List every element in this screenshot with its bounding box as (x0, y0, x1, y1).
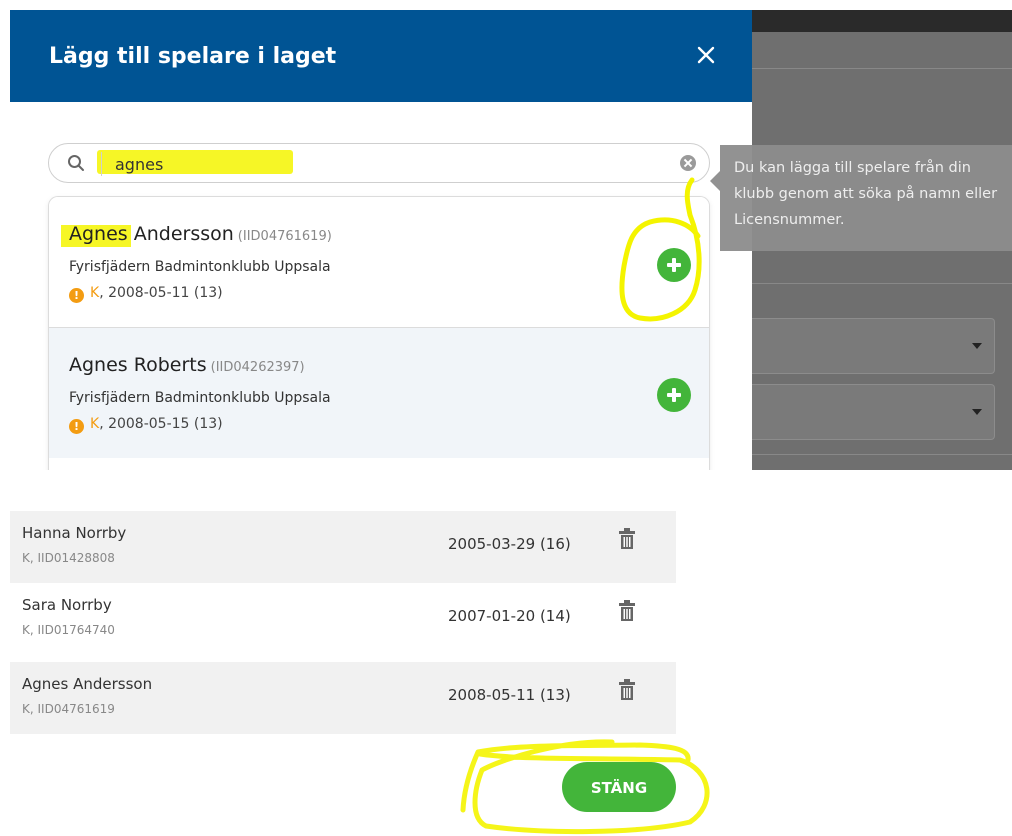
result-item[interactable]: Agnes Roberts (IID04262397) Fyrisfjädern … (49, 328, 709, 458)
search-input[interactable] (111, 150, 659, 178)
background-divider (752, 283, 1012, 284)
modal-header: Lägg till spelare i laget (10, 10, 752, 102)
player-birthdate: 2008-05-11 (13) (448, 686, 571, 704)
result-name: Agnes Andersson (IID04761619) (69, 223, 332, 245)
background-topbar (752, 10, 1012, 32)
result-meta: ! K, 2008-05-11 (13) (69, 285, 223, 303)
player-birthdate: 2007-01-20 (14) (448, 607, 571, 625)
player-license: K, IID01428808 (22, 551, 115, 565)
result-id: (IID04262397) (210, 360, 305, 375)
background-select (752, 318, 995, 374)
result-item[interactable]: Agnes Andersson (IID04761619) Fyrisfjäder… (49, 197, 709, 328)
trash-icon[interactable] (618, 600, 636, 622)
result-club: Fyrisfjädern Badmintonklubb Uppsala (69, 259, 331, 275)
close-icon[interactable] (694, 43, 718, 67)
search-results: Agnes Andersson (IID04761619) Fyrisfjäder… (48, 196, 710, 470)
team-player-row: Agnes Andersson K, IID04761619 2008-05-1… (10, 662, 676, 734)
result-name-text: Agnes Roberts (69, 354, 207, 376)
background-select (752, 384, 995, 440)
background-divider (752, 68, 1012, 69)
caret-down-icon (972, 343, 982, 349)
result-club: Fyrisfjädern Badmintonklubb Uppsala (69, 390, 331, 406)
team-player-row: Sara Norrby K, IID01764740 2007-01-20 (1… (10, 583, 676, 655)
player-license: K, IID01764740 (22, 623, 115, 637)
background-divider (752, 454, 1012, 455)
trash-icon[interactable] (618, 528, 636, 550)
add-player-button[interactable] (657, 378, 691, 412)
result-meta: ! K, 2008-05-15 (13) (69, 416, 223, 434)
player-birthdate: 2005-03-29 (16) (448, 535, 571, 553)
result-name: Agnes Roberts (IID04262397) (69, 354, 305, 376)
result-gender: K (90, 416, 100, 432)
modal-title: Lägg till spelare i laget (49, 44, 337, 69)
player-name: Sara Norrby (22, 596, 112, 614)
close-dialog-button[interactable]: STÄNG (562, 762, 676, 812)
warning-icon: ! (69, 419, 84, 434)
result-birth: , 2008-05-11 (13) (99, 285, 223, 301)
add-player-modal: Lägg till spelare i laget Agnes Andersso… (10, 10, 752, 470)
clear-icon[interactable] (680, 155, 696, 171)
player-license: K, IID04761619 (22, 702, 115, 716)
result-id: (IID04761619) (237, 229, 332, 244)
search-divider (101, 152, 102, 176)
player-name: Agnes Andersson (22, 675, 153, 693)
help-tooltip: Du kan lägga till spelare från din klubb… (710, 145, 1012, 251)
result-gender: K (90, 285, 100, 301)
trash-icon[interactable] (618, 679, 636, 701)
team-player-row: Hanna Norrby K, IID01428808 2005-03-29 (… (10, 511, 676, 583)
add-player-button[interactable] (657, 248, 691, 282)
search-icon (68, 155, 84, 171)
warning-icon: ! (69, 288, 84, 303)
player-search (48, 143, 710, 183)
caret-down-icon (972, 409, 982, 415)
result-name-text: Agnes Andersson (69, 223, 234, 245)
player-name: Hanna Norrby (22, 524, 127, 542)
result-birth: , 2008-05-15 (13) (99, 416, 223, 432)
